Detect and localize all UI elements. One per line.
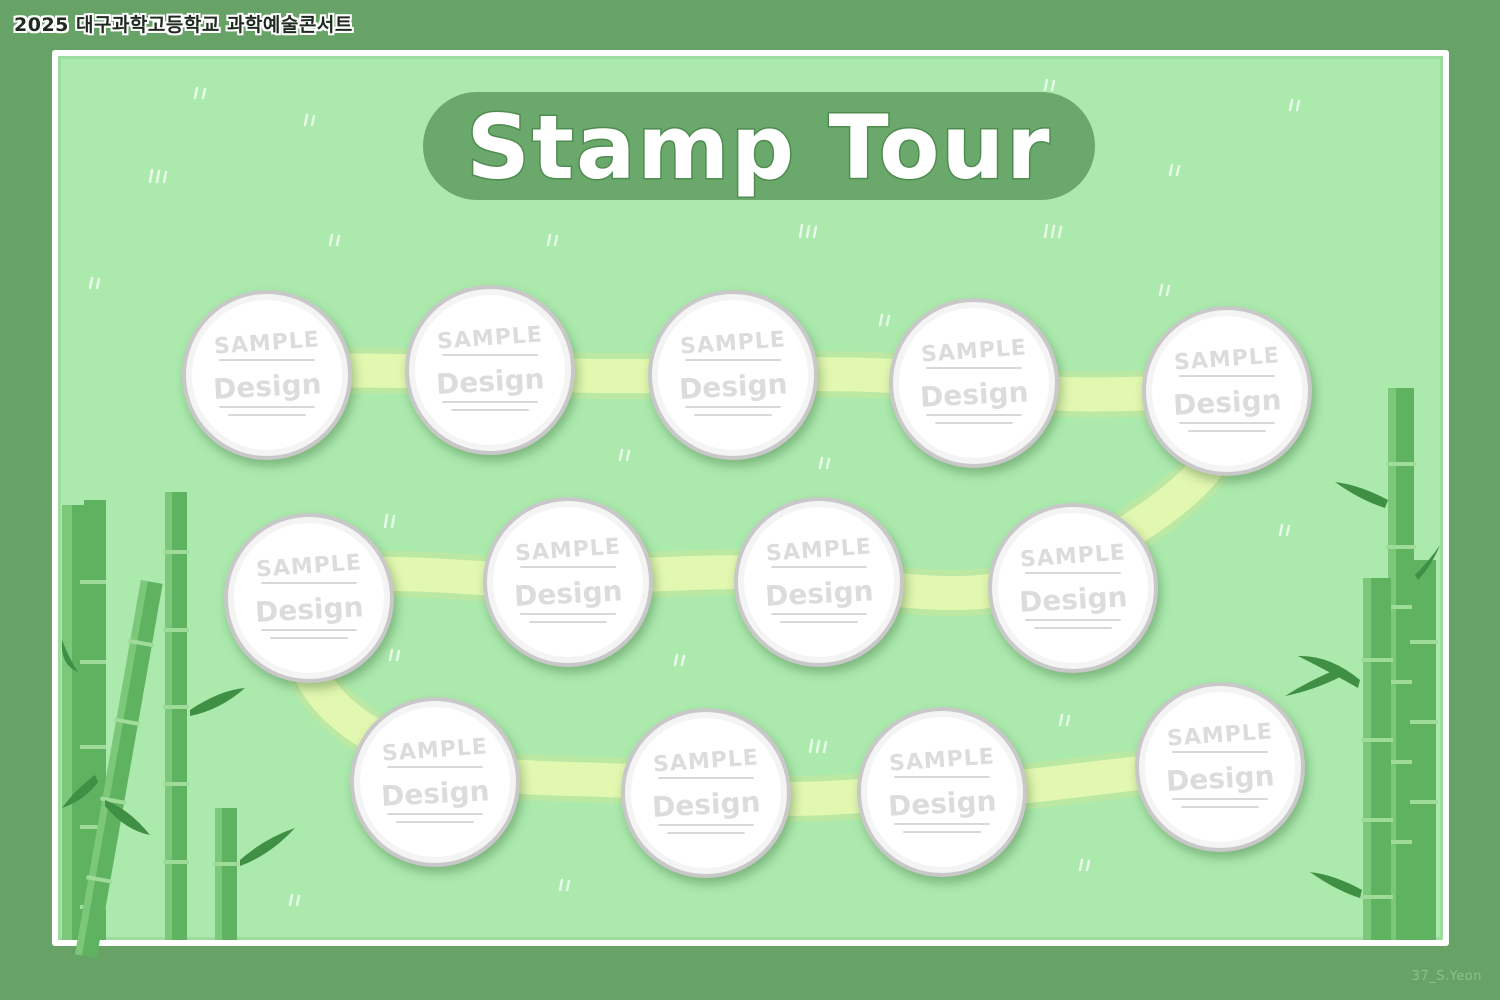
stamp-slot-icon: SAMPLE Design (899, 308, 1049, 458)
stamp-slot-2[interactable]: SAMPLE Design (405, 285, 575, 455)
grass-tuft-icon (1168, 163, 1181, 177)
stamp-slot-8[interactable]: SAMPLE Design (734, 497, 904, 667)
stamp-sample-label: SAMPLE (213, 327, 321, 360)
stamp-slot-icon: SAMPLE Design (192, 300, 342, 450)
stamp-slot-icon: SAMPLE Design (360, 707, 510, 857)
stamp-slot-3[interactable]: SAMPLE Design (648, 290, 818, 460)
bamboo-leaf-icon (1285, 668, 1342, 696)
stamp-slot-6[interactable]: SAMPLE Design (224, 513, 394, 683)
grass-tuft-icon (878, 313, 891, 327)
title-banner: Stamp Tour (423, 80, 1095, 215)
stamp-slot-icon: SAMPLE Design (1152, 316, 1302, 466)
stamp-sample-label: SAMPLE (679, 327, 787, 360)
stamp-design-label: Design (1164, 759, 1276, 798)
stamp-slot-icon: SAMPLE Design (998, 513, 1148, 663)
bamboo-leaf-icon (240, 828, 295, 866)
grass-tuft-icon (1058, 713, 1071, 727)
stamp-design-label: Design (434, 362, 546, 401)
grass-tuft-icon (673, 653, 686, 667)
stamp-slot-7[interactable]: SAMPLE Design (483, 497, 653, 667)
stamp-design-label: Design (918, 375, 1030, 414)
stamp-design-label: Design (512, 574, 624, 613)
stamp-sample-label: SAMPLE (436, 322, 544, 355)
grass-tuft-icon (618, 448, 631, 462)
stamp-design-label: Design (253, 590, 365, 629)
grass-tuft-icon (818, 456, 831, 470)
stamp-slot-icon: SAMPLE Design (234, 523, 384, 673)
bamboo-leaf-icon (1335, 482, 1388, 508)
stamp-design-label: Design (1017, 580, 1129, 619)
grass-tuft-icon (303, 113, 316, 127)
grass-tuft-icon (558, 878, 571, 892)
stamp-slot-icon: SAMPLE Design (867, 717, 1017, 867)
stamp-sample-label: SAMPLE (514, 534, 622, 567)
stamp-design-label: Design (379, 774, 491, 813)
stamp-slot-11[interactable]: SAMPLE Design (621, 708, 791, 878)
grass-tuft-icon (798, 223, 818, 239)
stamp-slot-13[interactable]: SAMPLE Design (1135, 682, 1305, 852)
stamp-slot-1[interactable]: SAMPLE Design (182, 290, 352, 460)
stamp-slot-icon: SAMPLE Design (658, 300, 808, 450)
bamboo-right (1285, 388, 1440, 940)
stamp-design-label: Design (1171, 383, 1283, 422)
stamp-slot-12[interactable]: SAMPLE Design (857, 707, 1027, 877)
stamp-slot-icon: SAMPLE Design (493, 507, 643, 657)
grass-tuft-icon (88, 276, 101, 290)
grass-tuft-icon (193, 86, 207, 100)
grass-tuft-icon (328, 233, 341, 247)
stamp-sample-label: SAMPLE (381, 734, 489, 767)
stamp-slot-icon: SAMPLE Design (415, 295, 565, 445)
grass-tuft-icon (288, 893, 301, 907)
grass-tuft-icon (546, 233, 559, 247)
stamp-design-label: Design (211, 367, 323, 406)
stamp-sample-label: SAMPLE (765, 534, 873, 567)
stamp-design-label: Design (886, 784, 998, 823)
stamp-slot-icon: SAMPLE Design (744, 507, 894, 657)
bamboo-leaf-icon (190, 688, 245, 716)
bamboo-stalk-icon (213, 808, 239, 940)
stamp-design-label: Design (650, 785, 762, 824)
bamboo-stalk-icon (1361, 578, 1393, 940)
page-title: Stamp Tour (465, 95, 1052, 201)
grass-tuft-icon (1158, 283, 1171, 297)
stamp-sample-label: SAMPLE (1166, 719, 1274, 752)
stamp-sample-label: SAMPLE (920, 335, 1028, 368)
stamp-sample-label: SAMPLE (1173, 343, 1281, 376)
grass-tuft-icon (388, 648, 401, 662)
stamp-slot-icon: SAMPLE Design (631, 718, 781, 868)
bamboo-stalk-icon (163, 492, 189, 940)
stamp-slot-4[interactable]: SAMPLE Design (889, 298, 1059, 468)
grass-tuft-icon (383, 513, 396, 529)
grass-tuft-icon (1288, 98, 1301, 112)
artist-credit: 37_S.Yeon (1411, 969, 1482, 984)
stamp-design-label: Design (677, 367, 789, 406)
stamp-design-label: Design (763, 574, 875, 613)
bamboo-stalk-icon (1410, 560, 1438, 940)
stamp-sample-label: SAMPLE (255, 550, 363, 583)
stamp-slot-icon: SAMPLE Design (1145, 692, 1295, 842)
grass-tuft-icon (1278, 523, 1291, 537)
grass-tuft-icon (808, 738, 828, 754)
stamp-slot-9[interactable]: SAMPLE Design (988, 503, 1158, 673)
stamp-sample-label: SAMPLE (1019, 540, 1127, 573)
stamp-slot-10[interactable]: SAMPLE Design (350, 697, 520, 867)
grass-tuft-icon (1043, 223, 1063, 239)
grass-tuft-icon (1078, 858, 1091, 872)
stamp-slot-5[interactable]: SAMPLE Design (1142, 306, 1312, 476)
stamp-sample-label: SAMPLE (888, 744, 996, 777)
bamboo-leaf-icon (1310, 872, 1362, 898)
grass-tuft-icon (148, 168, 168, 184)
stamp-sample-label: SAMPLE (652, 745, 760, 778)
